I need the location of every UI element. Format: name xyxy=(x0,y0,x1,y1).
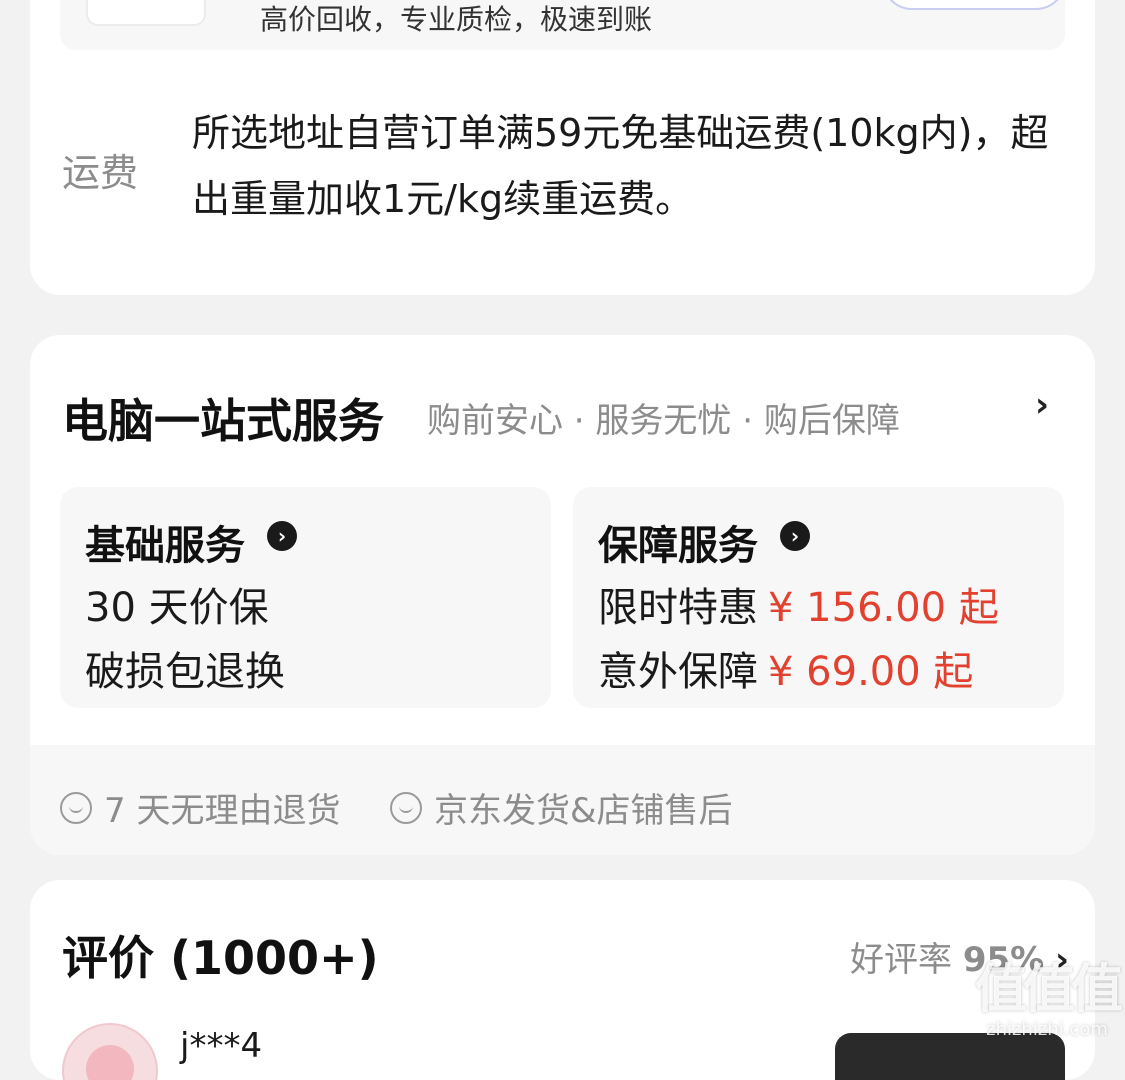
reviews-card: 评价 (1000+) 好评率 95% › j***4 xyxy=(30,880,1095,1080)
trade-in-banner[interactable]: 高价回收，专业质检，极速到账 xyxy=(60,0,1066,50)
protection-item-limited-offer: 限时特惠 ¥ 156.00 起 xyxy=(598,575,999,633)
reviews-title[interactable]: 评价 (1000+) xyxy=(62,922,379,988)
review-username: j***4 xyxy=(180,1026,263,1066)
guarantee-bar: 7 天无理由退货 京东发货&店铺售后 xyxy=(30,745,1095,855)
basic-service-arrow-icon[interactable]: › xyxy=(267,521,297,551)
protection-item-accident: 意外保障 ¥ 69.00 起 xyxy=(598,639,973,697)
smile-icon xyxy=(390,791,422,824)
smile-icon xyxy=(60,791,92,824)
guarantee-shipping-label: 京东发货&店铺售后 xyxy=(434,791,733,831)
basic-service-item: 30 天价保 xyxy=(85,585,269,631)
shipping-text: 所选地址自营订单满59元免基础运费(10kg内)，超出重量加收1元/kg续重运费… xyxy=(192,111,1049,221)
protection-service-arrow-icon[interactable]: › xyxy=(780,521,810,551)
guarantee-return: 7 天无理由退货 xyxy=(60,783,340,832)
protection-service-box[interactable]: 保障服务 › 限时特惠 ¥ 156.00 起 意外保障 ¥ 69.00 起 xyxy=(573,487,1064,708)
basic-service-item: 破损包退换 xyxy=(85,649,285,695)
protection-item-price: ¥ 156.00 起 xyxy=(768,585,999,631)
positive-rate-label: 好评率 xyxy=(850,940,952,980)
trade-in-icon xyxy=(86,0,206,26)
protection-item-price: ¥ 69.00 起 xyxy=(768,649,974,695)
guarantee-return-label: 7 天无理由退货 xyxy=(104,791,341,831)
protection-item-name: 限时特惠 xyxy=(598,585,758,631)
basic-service-box[interactable]: 基础服务 › 30 天价保 破损包退换 xyxy=(60,487,551,708)
review-photo[interactable] xyxy=(835,1033,1065,1080)
protection-item-name: 意外保障 xyxy=(598,649,758,695)
services-subtitle: 购前安心 · 服务无忧 · 购后保障 xyxy=(427,401,900,441)
services-title: 电脑一站式服务 xyxy=(62,394,384,448)
trade-in-button[interactable] xyxy=(882,0,1066,10)
basic-service-title: 基础服务 xyxy=(85,523,245,569)
guarantee-shipping: 京东发货&店铺售后 xyxy=(390,783,733,832)
watermark-domain: zhizhizhi.com xyxy=(986,1019,1108,1040)
watermark: 值值值 zhizhizhi.com xyxy=(975,960,1123,1040)
avatar[interactable] xyxy=(62,1023,158,1080)
watermark-logo: 值值值 xyxy=(975,960,1123,1020)
services-chevron-right-icon[interactable]: › xyxy=(1035,385,1049,425)
shipping-label: 运费 xyxy=(62,151,139,195)
trade-in-text: 高价回收，专业质检，极速到账 xyxy=(260,3,653,36)
protection-service-title: 保障服务 xyxy=(598,523,758,569)
shipping-card: 高价回收，专业质检，极速到账 运费 所选地址自营订单满59元免基础运费(10kg… xyxy=(30,0,1095,295)
computer-services-card: 电脑一站式服务 购前安心 · 服务无忧 · 购后保障 › 基础服务 › 30 天… xyxy=(30,335,1095,855)
